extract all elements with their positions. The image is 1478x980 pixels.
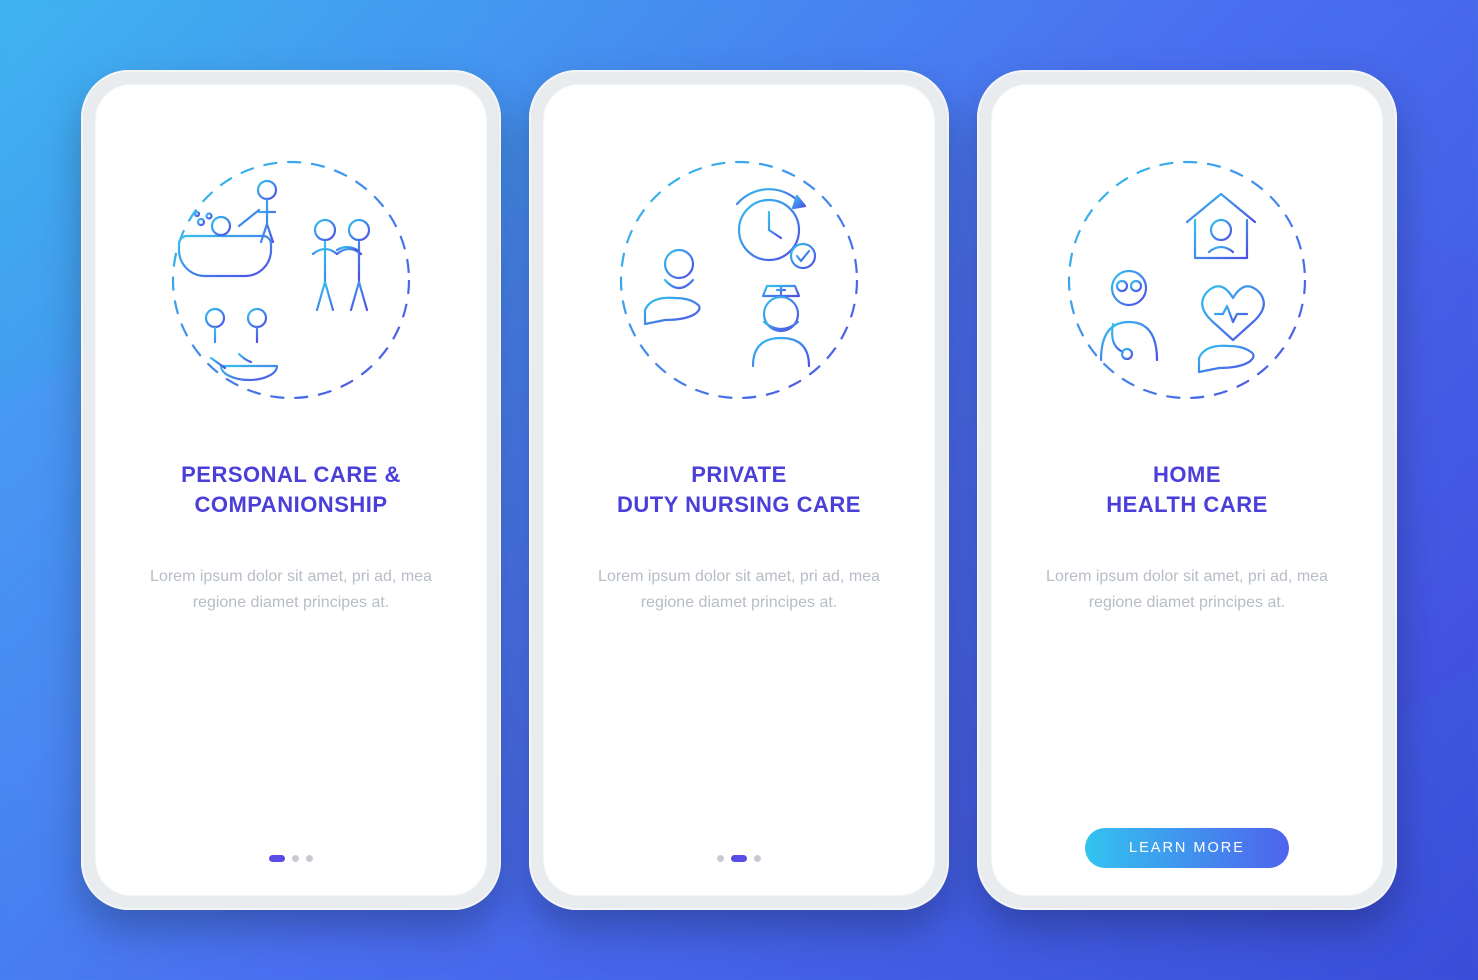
dot-1	[269, 855, 285, 862]
screen-description: Lorem ipsum dolor sit amet, pri ad, mea …	[584, 564, 894, 615]
screen-description: Lorem ipsum dolor sit amet, pri ad, mea …	[136, 564, 446, 615]
nursing-care-icon	[599, 140, 879, 420]
dot-3	[306, 855, 313, 862]
onboarding-screen-2: PRIVATE DUTY NURSING CARE Lorem ipsum do…	[543, 84, 935, 896]
screen-title: PERSONAL CARE & COMPANIONSHIP	[181, 460, 401, 520]
screen-title: HOME HEALTH CARE	[1106, 460, 1268, 520]
onboarding-screen-3: HOME HEALTH CARE Lorem ipsum dolor sit a…	[991, 84, 1383, 896]
dot-1	[717, 855, 724, 862]
screen-description: Lorem ipsum dolor sit amet, pri ad, mea …	[1032, 564, 1342, 615]
screen-title: PRIVATE DUTY NURSING CARE	[617, 460, 861, 520]
page-indicator	[717, 855, 761, 862]
dot-2	[731, 855, 747, 862]
home-health-icon	[1047, 140, 1327, 420]
dot-3	[754, 855, 761, 862]
dot-2	[292, 855, 299, 862]
phone-frame-3: HOME HEALTH CARE Lorem ipsum dolor sit a…	[977, 70, 1397, 910]
phone-frame-2: PRIVATE DUTY NURSING CARE Lorem ipsum do…	[529, 70, 949, 910]
learn-more-button[interactable]: LEARN MORE	[1085, 828, 1289, 868]
page-indicator	[269, 855, 313, 862]
onboarding-screen-1: PERSONAL CARE & COMPANIONSHIP Lorem ipsu…	[95, 84, 487, 896]
phone-frame-1: PERSONAL CARE & COMPANIONSHIP Lorem ipsu…	[81, 70, 501, 910]
personal-care-icon	[151, 140, 431, 420]
